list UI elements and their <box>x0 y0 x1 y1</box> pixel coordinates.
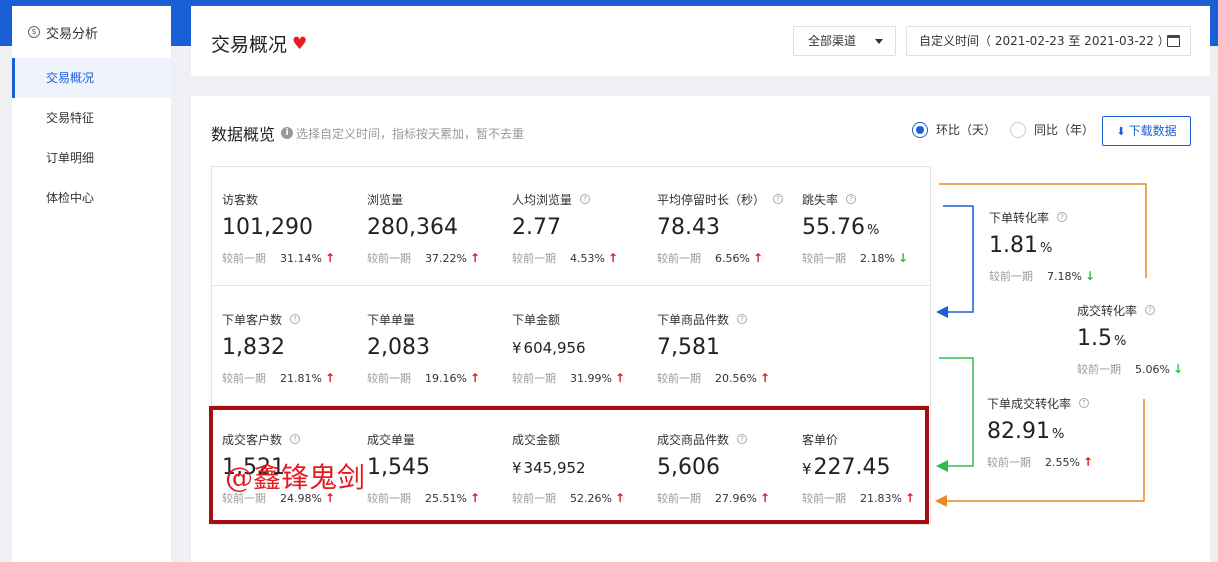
heart-icon[interactable]: ♥ <box>292 34 307 54</box>
metric-value: 82.91% <box>987 417 1107 447</box>
sidebar-header: $ 交易分析 <box>12 6 171 58</box>
metric-order-deal-conversion: 下单成交转化率? 82.91% 较前一期 2.55% ↑ <box>987 395 1107 470</box>
metric-label: 下单转化率? <box>989 209 1099 225</box>
metric-label-text: 成交转化率 <box>1077 303 1138 318</box>
sidebar-title: 交易分析 <box>46 26 99 42</box>
compare-label: 较前一期 <box>1077 363 1121 376</box>
metric-label: 成交转化率? <box>1077 302 1192 318</box>
metric-label-text: 下单转化率 <box>989 210 1050 225</box>
metric-unit: % <box>1114 334 1127 349</box>
compare-label: 较前一期 <box>989 270 1033 283</box>
overview-card: 数据概览 i 选择自定义时间，指标按天累加，暂不去重 环比（天） 同比（年） ⬇… <box>191 96 1210 562</box>
metric-value: 1.5% <box>1077 324 1192 354</box>
arrow-down-icon: ↓ <box>1084 269 1096 283</box>
sidebar: $ 交易分析 交易概况 交易特征 订单明细 体检中心 <box>12 6 171 562</box>
green-connector <box>936 357 974 472</box>
funnel-connectors <box>935 183 1147 507</box>
metric-label: 下单成交转化率? <box>987 395 1107 411</box>
header-card: 交易概况 ♥ 全部渠道 自定义时间（ 2021-02-23 至 2021-03-… <box>191 6 1210 76</box>
channel-select-value: 全部渠道 <box>808 34 857 48</box>
metric-unit: % <box>1051 427 1065 442</box>
compare-value: 7.18% <box>1047 269 1082 283</box>
question-icon[interactable]: ? <box>1145 305 1156 315</box>
metric-compare: 较前一期 5.06% ↓ <box>1077 361 1192 377</box>
page-title: 交易概况 ♥ <box>211 30 307 57</box>
date-range-value: 自定义时间（ 2021-02-23 至 2021-03-22 ） <box>919 34 1170 48</box>
metric-value-number: 1.5 <box>1077 326 1112 351</box>
page-title-text: 交易概况 <box>211 34 288 56</box>
arrow-up-icon: ↑ <box>1082 455 1094 469</box>
metric-deal-conversion: 成交转化率? 1.5% 较前一期 5.06% ↓ <box>1077 302 1192 377</box>
money-icon: $ <box>28 26 40 38</box>
metric-value-number: 1.81 <box>989 233 1038 258</box>
compare-label: 较前一期 <box>987 456 1031 469</box>
sidebar-item-health[interactable]: 体检中心 <box>12 178 171 218</box>
question-icon[interactable]: ? <box>1079 398 1090 408</box>
compare-value: 5.06% <box>1135 362 1170 376</box>
question-icon[interactable]: ? <box>1057 212 1068 222</box>
calendar-icon <box>1167 35 1180 47</box>
metric-compare: 较前一期 2.55% ↑ <box>987 454 1107 470</box>
metric-label-text: 下单成交转化率 <box>987 396 1072 411</box>
channel-select[interactable]: 全部渠道 <box>793 26 896 56</box>
metric-compare: 较前一期 7.18% ↓ <box>989 268 1099 284</box>
compare-value: 2.55% <box>1045 455 1080 469</box>
metric-value-number: 82.91 <box>987 419 1050 444</box>
metric-order-conversion: 下单转化率? 1.81% 较前一期 7.18% ↓ <box>989 209 1099 284</box>
sidebar-item-overview[interactable]: 交易概况 <box>12 58 171 98</box>
sidebar-item-features[interactable]: 交易特征 <box>12 98 171 138</box>
date-range-picker[interactable]: 自定义时间（ 2021-02-23 至 2021-03-22 ） <box>906 26 1191 56</box>
arrow-down-icon: ↓ <box>1172 362 1184 376</box>
metric-unit: % <box>1039 241 1053 256</box>
caret-down-icon <box>875 39 883 44</box>
sidebar-item-orders[interactable]: 订单明细 <box>12 138 171 178</box>
blue-connector <box>936 205 974 318</box>
metric-value: 1.81% <box>989 231 1099 261</box>
